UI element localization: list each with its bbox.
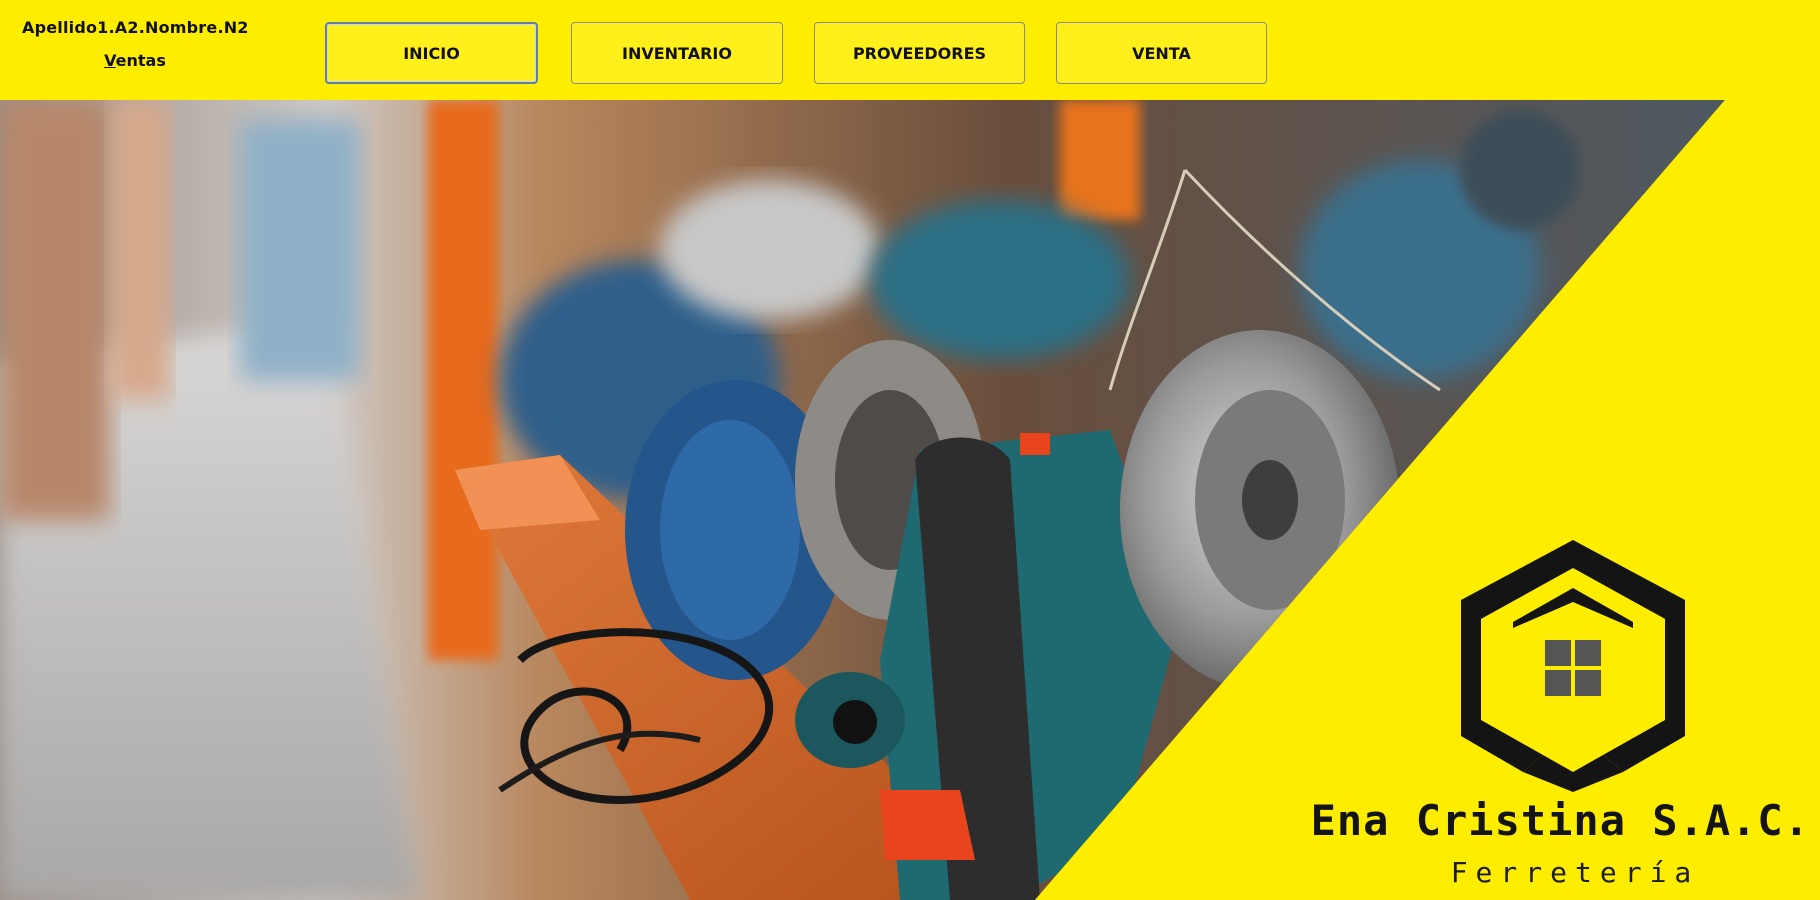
module-accelerator-letter: V — [104, 51, 116, 70]
user-name-label: Apellido1.A2.Nombre.N2 — [22, 18, 249, 37]
top-toolbar: Apellido1.A2.Nombre.N2 Ventas INICIO INV… — [0, 0, 1820, 100]
company-name: Ena Cristina S.A.C. — [1310, 796, 1810, 845]
house-hexagon-logo-icon — [1461, 540, 1685, 792]
venta-button[interactable]: VENTA — [1056, 22, 1267, 84]
inicio-button[interactable]: INICIO — [325, 22, 538, 84]
module-name-rest: entas — [115, 51, 166, 70]
brand-block: Ena Cristina S.A.C. Ferretería — [1300, 530, 1820, 900]
module-name-label: Ventas — [22, 51, 248, 70]
inventario-button[interactable]: INVENTARIO — [571, 22, 783, 84]
company-tagline: Ferretería — [1450, 856, 1700, 889]
user-info: Apellido1.A2.Nombre.N2 Ventas — [22, 18, 248, 70]
proveedores-button[interactable]: PROVEEDORES — [814, 22, 1025, 84]
